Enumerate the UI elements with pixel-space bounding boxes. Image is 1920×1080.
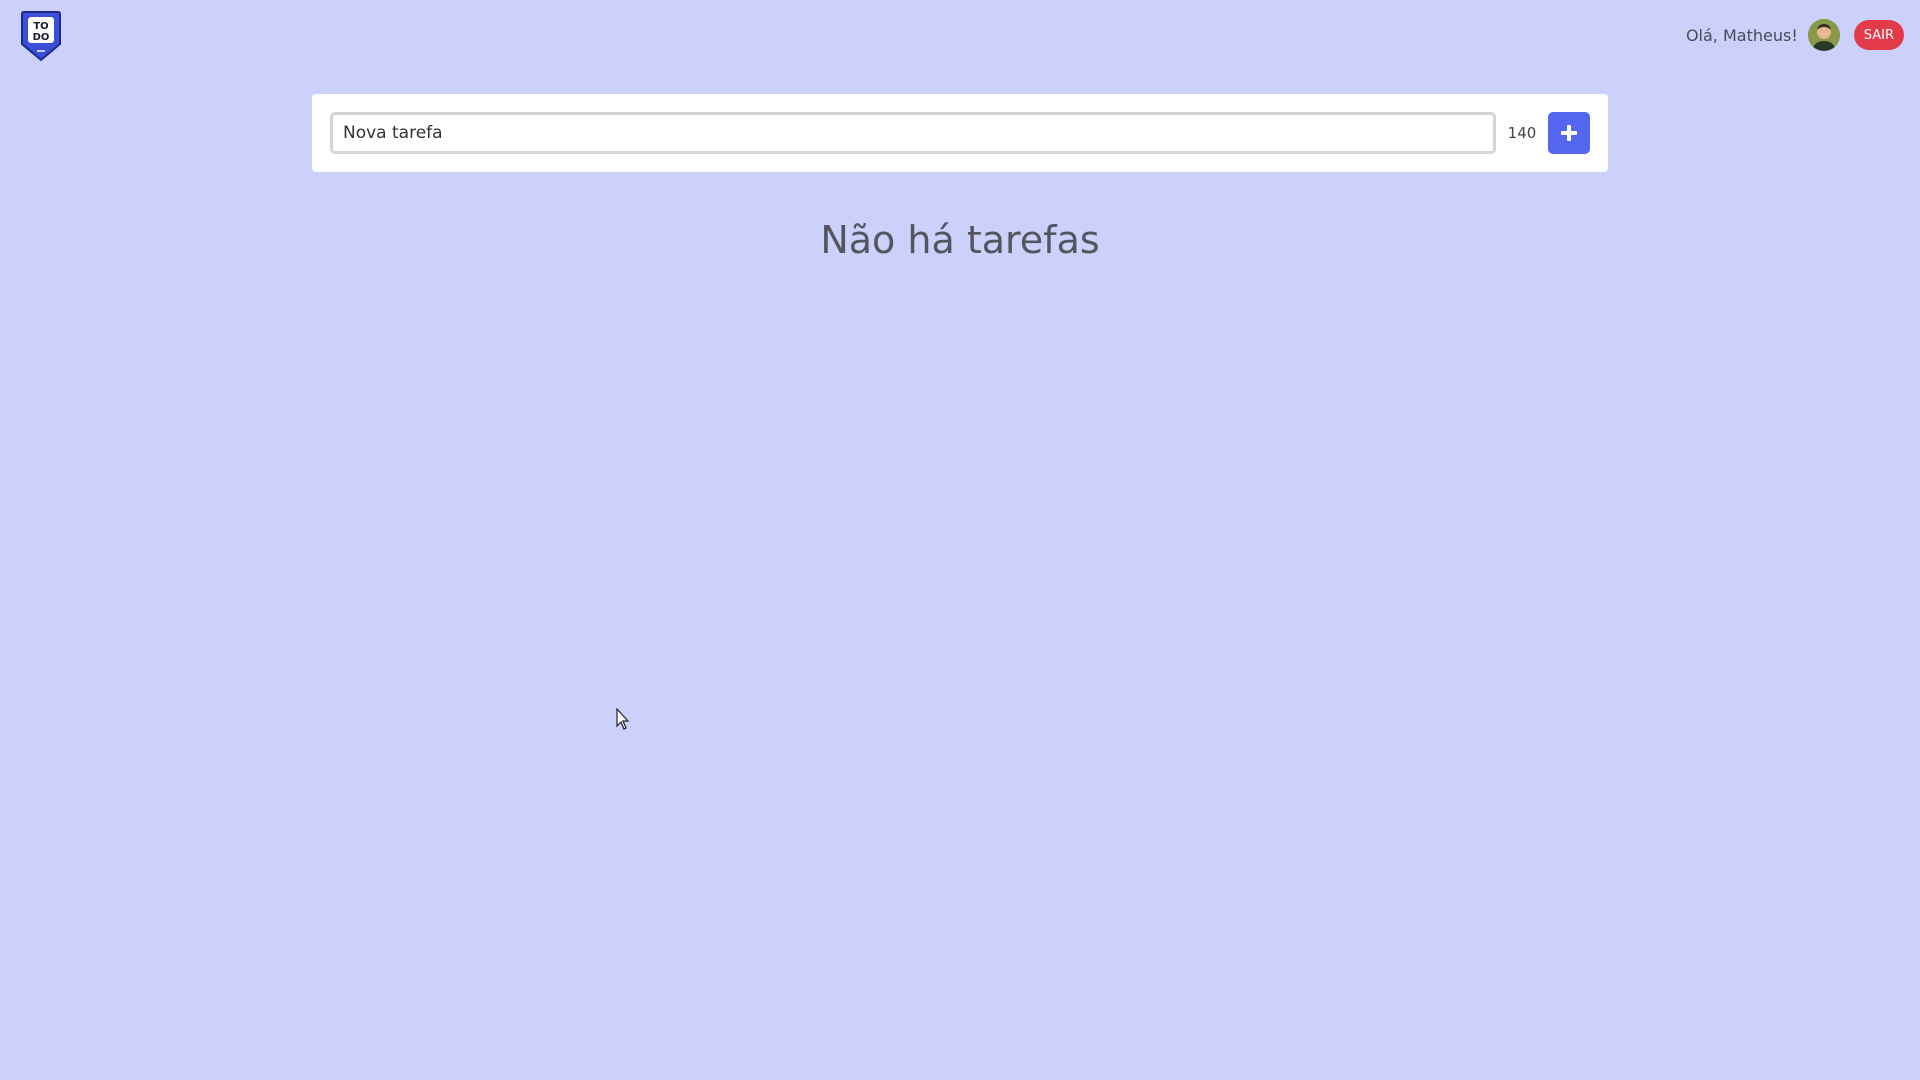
- user-greeting: Olá, Matheus!: [1685, 25, 1798, 45]
- logo-text-top: TO: [33, 21, 48, 32]
- user-area: Olá, Matheus! SAIR: [1686, 18, 1904, 52]
- empty-tasks-message: Não há tarefas: [820, 218, 1100, 262]
- new-task-input[interactable]: [330, 112, 1496, 154]
- app-header: TO DO Olá, Matheus! SAIR: [0, 0, 1920, 70]
- todo-logo-icon[interactable]: TO DO: [20, 10, 62, 62]
- mouse-cursor-icon: [616, 707, 632, 732]
- add-task-button[interactable]: [1548, 112, 1590, 154]
- plus-icon: [1559, 123, 1579, 143]
- new-task-card: 140: [312, 94, 1608, 172]
- logo-text-bottom: DO: [33, 32, 50, 43]
- char-remaining-counter: 140: [1507, 124, 1537, 142]
- logout-button[interactable]: SAIR: [1853, 20, 1904, 50]
- user-avatar-icon[interactable]: [1807, 19, 1840, 51]
